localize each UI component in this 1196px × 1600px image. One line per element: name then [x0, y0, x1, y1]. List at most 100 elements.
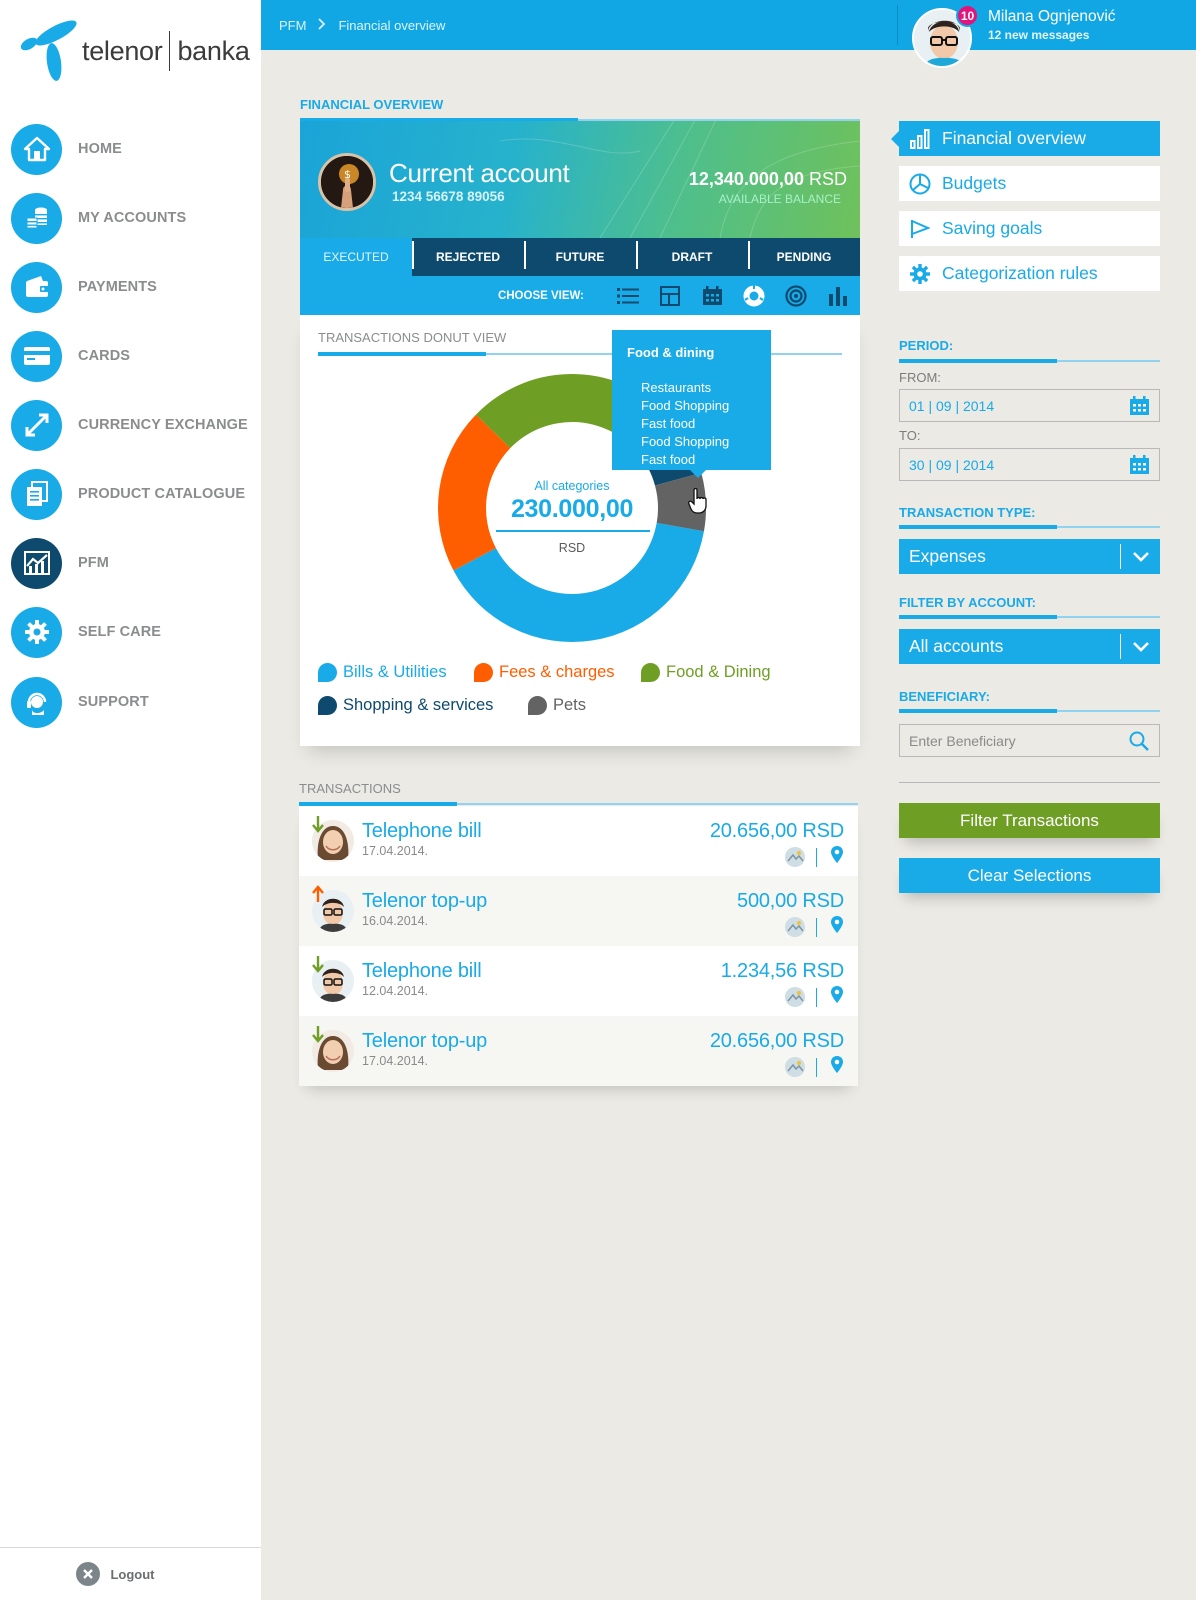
chevron-down-icon	[1121, 551, 1160, 563]
transaction-type-select[interactable]: Expenses	[899, 539, 1160, 574]
target-view-icon[interactable]	[784, 284, 808, 308]
nav-item-cards[interactable]: CARDS	[11, 330, 130, 382]
menu-budgets[interactable]: Budgets	[899, 166, 1160, 201]
legend-item-fees-charges[interactable]: Fees & charges	[474, 663, 615, 682]
menu-categorization-rules[interactable]: Categorization rules	[899, 256, 1160, 291]
legend-item-pets[interactable]: Pets	[528, 696, 586, 715]
nav-item-self-care[interactable]: SELF CARE	[11, 606, 161, 658]
new-messages-link[interactable]: 12 new messages	[988, 28, 1089, 42]
breadcrumb-root[interactable]: PFM	[279, 18, 306, 33]
transactions-list: Telephone bill 17.04.2014. 20.656,00 RSD…	[299, 806, 858, 1086]
transaction-row[interactable]: Telenor top-up 17.04.2014. 20.656,00 RSD	[299, 1016, 858, 1086]
tooltip-item[interactable]: Fast food	[641, 415, 729, 433]
legend-swatch-icon	[528, 696, 547, 715]
breadcrumb-current: Financial overview	[338, 17, 446, 33]
location-pin-icon[interactable]	[830, 845, 844, 869]
menu-saving-goals[interactable]: Saving goals	[899, 211, 1160, 246]
legend-item-shopping-services[interactable]: Shopping & services	[318, 696, 493, 715]
category-icon[interactable]	[784, 1057, 805, 1077]
card-icon	[11, 330, 62, 382]
category-tooltip: Food & dining Restaurants Food Shopping …	[612, 330, 771, 478]
telenor-banka-logo[interactable]: telenor banka	[18, 20, 250, 82]
location-pin-icon[interactable]	[830, 1055, 844, 1079]
tab-executed[interactable]: EXECUTED	[300, 238, 412, 276]
tab-pending[interactable]: PENDING	[748, 238, 860, 276]
nav-item-support[interactable]: SUPPORT	[11, 676, 149, 728]
tooltip-item[interactable]: Food Shopping	[641, 433, 729, 451]
grid-view-icon[interactable]	[658, 284, 682, 308]
tooltip-item[interactable]: Food Shopping	[641, 397, 729, 415]
account-card[interactable]: $ Current account 1234 56678 89056 12,34…	[300, 121, 860, 238]
filter-transactions-button[interactable]: Filter Transactions	[899, 803, 1160, 838]
chart-icon	[11, 537, 62, 589]
tooltip-item[interactable]: Fast food	[641, 451, 729, 469]
transaction-row[interactable]: Telephone bill 17.04.2014. 20.656,00 RSD	[299, 806, 858, 876]
nav-item-pfm[interactable]: PFM	[11, 537, 109, 589]
transaction-amount: 500,00 RSD	[737, 890, 844, 912]
transaction-name: Telephone bill	[362, 960, 482, 982]
tooltip-item[interactable]: Restaurants	[641, 379, 729, 397]
icon-divider	[815, 987, 817, 1007]
legend-item-bills-utilities[interactable]: Bills & Utilities	[318, 663, 447, 682]
beneficiary-label: BENEFICIARY:	[899, 689, 990, 704]
financial-overview-heading: FINANCIAL OVERVIEW	[300, 97, 444, 112]
tab-rejected[interactable]: REJECTED	[412, 238, 524, 276]
beneficiary-underline	[899, 709, 1160, 713]
donut-center-currency: RSD	[558, 541, 586, 555]
brand-name-right: banka	[177, 35, 250, 66]
transaction-type-label: TRANSACTION TYPE:	[899, 505, 1036, 520]
nav-item-home[interactable]: HOME	[11, 123, 122, 175]
incoming-arrow-icon	[311, 1025, 325, 1043]
beneficiary-placeholder: Enter Beneficiary	[909, 732, 1016, 749]
pie-chart-icon	[909, 173, 931, 195]
nav-item-payments[interactable]: PAYMENTS	[11, 261, 157, 313]
from-date-field[interactable]: 01 | 09 | 2014	[899, 389, 1160, 422]
nav-label-self-care: SELF CARE	[78, 624, 162, 640]
category-icon[interactable]	[784, 987, 805, 1007]
category-icon[interactable]	[784, 847, 805, 867]
legend-swatch-icon	[318, 696, 337, 715]
category-icon[interactable]	[784, 917, 805, 937]
nav-item-product-catalogue[interactable]: PRODUCT CATALOGUE	[11, 468, 245, 520]
to-date-field[interactable]: 30 | 09 | 2014	[899, 448, 1160, 481]
account-select[interactable]: All accounts	[899, 629, 1160, 664]
location-pin-icon[interactable]	[830, 915, 844, 939]
to-label: TO:	[899, 428, 921, 443]
menu-label: Categorization rules	[942, 263, 1098, 283]
clear-selections-button[interactable]: Clear Selections	[899, 858, 1160, 893]
nav-item-currency-exchange[interactable]: CURRENCY EXCHANGE	[11, 399, 248, 451]
tab-future[interactable]: FUTURE	[524, 238, 636, 276]
transaction-row[interactable]: Telephone bill 12.04.2014. 1.234,56 RSD	[299, 946, 858, 1016]
donut-panel: TRANSACTIONS DONUT VIEW All categories 2…	[300, 315, 860, 746]
beneficiary-input[interactable]: Enter Beneficiary	[899, 724, 1160, 757]
account-title: Current account	[389, 158, 570, 188]
notification-badge[interactable]: 10	[956, 4, 979, 27]
tab-draft[interactable]: DRAFT	[636, 238, 748, 276]
calendar-icon[interactable]	[1127, 453, 1151, 477]
donut-view-icon[interactable]	[742, 284, 766, 308]
menu-financial-overview[interactable]: Financial overview	[891, 121, 1160, 156]
bar-view-icon[interactable]	[826, 284, 850, 308]
list-view-icon[interactable]	[616, 284, 640, 308]
search-icon[interactable]	[1127, 729, 1151, 753]
transaction-row[interactable]: Telenor top-up 16.04.2014. 500,00 RSD	[299, 876, 858, 946]
transaction-name: Telenor top-up	[362, 890, 488, 912]
home-icon	[11, 123, 62, 175]
chevron-right-icon	[318, 17, 326, 33]
nav-label-support: SUPPORT	[78, 694, 149, 710]
account-number: 1234 56678 89056	[392, 189, 505, 204]
menu-label: Saving goals	[942, 218, 1043, 238]
menu-label: Financial overview	[942, 128, 1086, 148]
calendar-view-icon[interactable]	[700, 284, 724, 308]
nav-item-my-accounts[interactable]: MY ACCOUNTS	[11, 192, 186, 244]
bar-chart-icon	[909, 128, 931, 150]
brand-separator	[169, 31, 171, 71]
logout-button[interactable]: Logout	[0, 1547, 261, 1600]
user-name[interactable]: Milana Ognjenović	[988, 8, 1116, 26]
calendar-icon[interactable]	[1127, 394, 1151, 418]
wallet-icon	[11, 261, 62, 313]
account-balance-currency: RSD	[808, 169, 847, 189]
legend-swatch-icon	[318, 663, 337, 682]
legend-item-food-dining[interactable]: Food & Dining	[641, 663, 771, 682]
location-pin-icon[interactable]	[830, 985, 844, 1009]
